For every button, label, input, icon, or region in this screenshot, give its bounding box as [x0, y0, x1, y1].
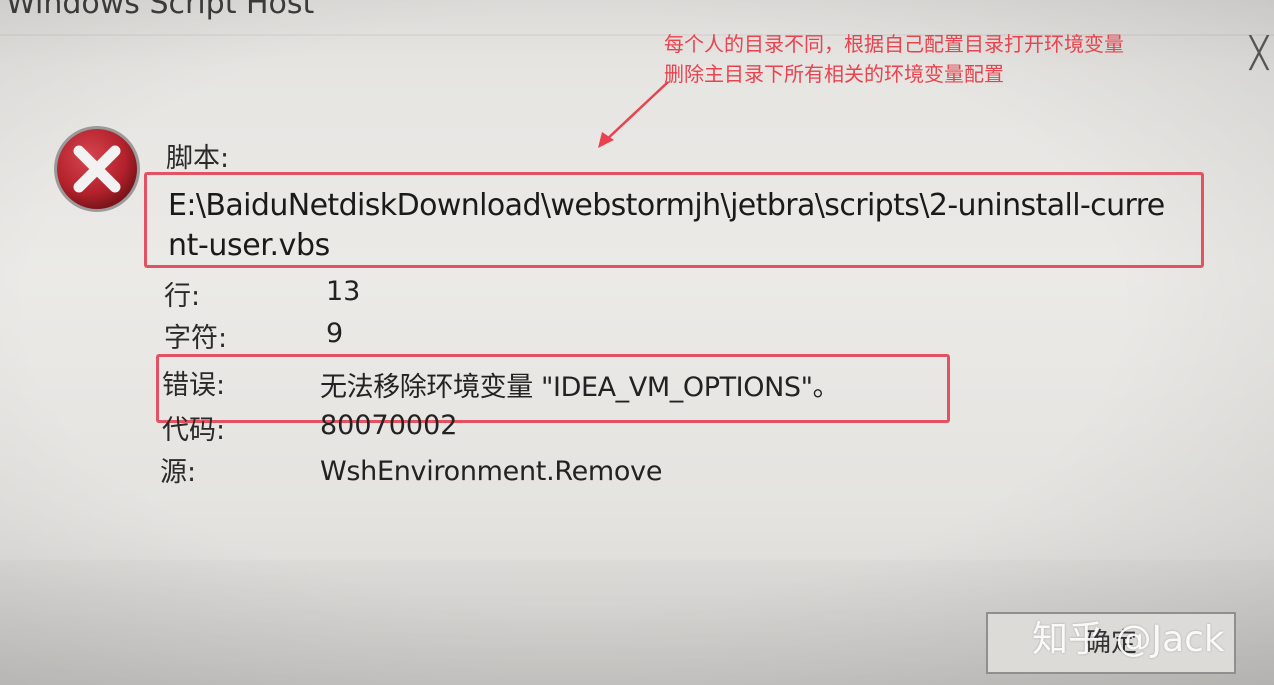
source-label: 源:	[160, 457, 197, 488]
annotation-line-2: 删除主目录下所有相关的环境变量配置	[664, 62, 1004, 86]
line-label: 行:	[164, 281, 201, 312]
close-icon[interactable]: ╳	[1250, 36, 1274, 72]
script-path-highlight	[144, 172, 1204, 268]
char-value: 9	[326, 318, 344, 349]
code-value: 80070002	[320, 410, 458, 441]
char-label: 字符:	[164, 323, 228, 354]
annotation-line-1: 每个人的目录不同，根据自己配置目录打开环境变量	[664, 32, 1124, 56]
error-x-icon	[54, 126, 140, 212]
watermark: 知乎 @Jack	[1032, 619, 1225, 660]
window-title: Windows Script Host	[6, 0, 315, 21]
line-value: 13	[326, 276, 361, 307]
annotation-arrow-icon	[598, 81, 669, 148]
script-label: 脚本:	[166, 143, 230, 174]
error-message-highlight	[156, 354, 950, 423]
source-value: WshEnvironment.Remove	[320, 456, 663, 487]
code-label: 代码:	[162, 415, 226, 446]
